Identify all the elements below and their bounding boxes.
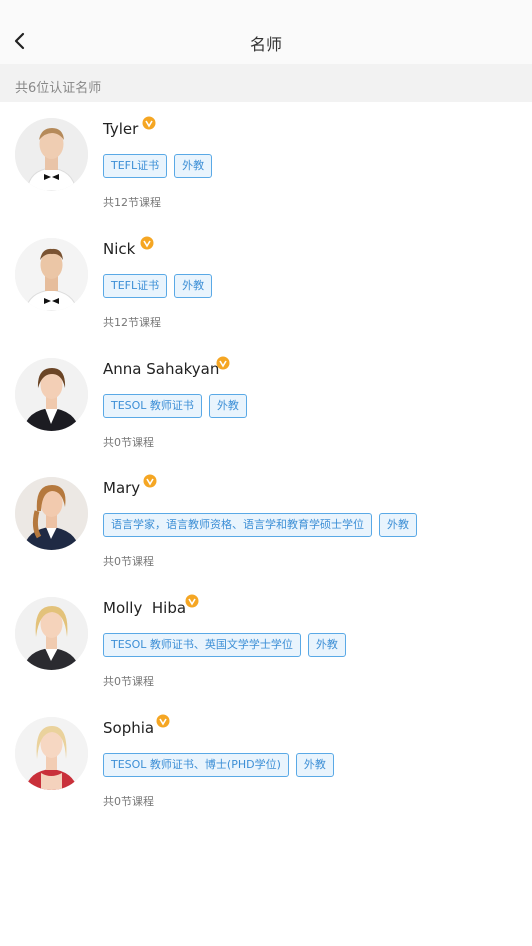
top-bar: 名师: [0, 0, 532, 64]
course-count: 共12节课程: [103, 196, 161, 209]
tag-foreign-teacher: 外教: [208, 394, 247, 418]
page-title: 名师: [249, 35, 282, 54]
course-count: 共0节课程: [103, 795, 154, 808]
verified-badge-icon: [140, 236, 154, 250]
teacher-name: Nick: [103, 240, 136, 258]
verified-badge-icon: [216, 356, 230, 370]
teacher-name: Mary: [103, 479, 141, 497]
teacher-tags: TESOL 教师证书、博士(PHD学位) 外教: [103, 753, 334, 777]
teacher-name: Anna Sahakyan: [103, 360, 220, 378]
course-count: 共0节课程: [103, 675, 154, 688]
teacher-row[interactable]: Nick TEFL证书 外教 共12节课程: [0, 222, 532, 342]
tag-certificate: TEFL证书: [103, 154, 168, 178]
teacher-row[interactable]: Tyler TEFL证书 外教 共12节课程: [0, 102, 532, 222]
verified-badge-icon: [143, 474, 157, 488]
verified-badge-icon: [142, 116, 156, 130]
teacher-tags: TEFL证书 外教: [103, 154, 213, 178]
course-count: 共12节课程: [103, 316, 161, 329]
tag-certificate: 语言学家，语言教师资格、语言学和教育学硕士学位: [103, 513, 372, 537]
tag-certificate: TESOL 教师证书、博士(PHD学位): [103, 753, 289, 777]
teacher-count-bar: 共6位认证名师: [0, 64, 532, 102]
tag-certificate: TEFL证书: [103, 274, 168, 298]
tag-foreign-teacher: 外教: [174, 274, 213, 298]
teacher-tags: 语言学家，语言教师资格、语言学和教育学硕士学位 外教: [103, 513, 417, 537]
teacher-name: Sophia: [103, 719, 155, 737]
teacher-avatar: [15, 597, 88, 670]
teacher-tags: TESOL 教师证书、英国文学学士学位 外教: [103, 633, 346, 657]
tag-certificate: TESOL 教师证书、英国文学学士学位: [103, 633, 301, 657]
tag-certificate: TESOL 教师证书: [103, 394, 202, 418]
course-count: 共0节课程: [103, 555, 154, 568]
tag-foreign-teacher: 外教: [174, 154, 213, 178]
teacher-name: Tyler: [103, 120, 139, 138]
tag-foreign-teacher: 外教: [379, 513, 417, 537]
teacher-avatar: [15, 477, 88, 550]
course-count: 共0节课程: [103, 436, 154, 449]
teacher-tags: TESOL 教师证书 外教: [103, 394, 247, 418]
teacher-avatar: [15, 717, 88, 790]
teacher-count-label: 共6位认证名师: [15, 81, 102, 96]
verified-badge-icon: [156, 714, 170, 728]
teacher-row[interactable]: Sophia TESOL 教师证书、博士(PHD学位) 外教 共0节课程: [0, 701, 532, 821]
teacher-avatar: [15, 238, 88, 311]
teacher-row[interactable]: Anna Sahakyan TESOL 教师证书 外教 共0节课程: [0, 342, 532, 462]
tag-foreign-teacher: 外教: [307, 633, 346, 657]
teacher-avatar: [15, 358, 88, 431]
teacher-tags: TEFL证书 外教: [103, 274, 213, 298]
teacher-row[interactable]: Mary 语言学家，语言教师资格、语言学和教育学硕士学位 外教 共0节课程: [0, 461, 532, 581]
teacher-name: Molly Hiba: [103, 599, 187, 617]
teacher-avatar: [15, 118, 88, 191]
verified-badge-icon: [185, 594, 199, 608]
tag-foreign-teacher: 外教: [295, 753, 334, 777]
teacher-row[interactable]: Molly Hiba TESOL 教师证书、英国文学学士学位 外教 共0节课程: [0, 581, 532, 701]
